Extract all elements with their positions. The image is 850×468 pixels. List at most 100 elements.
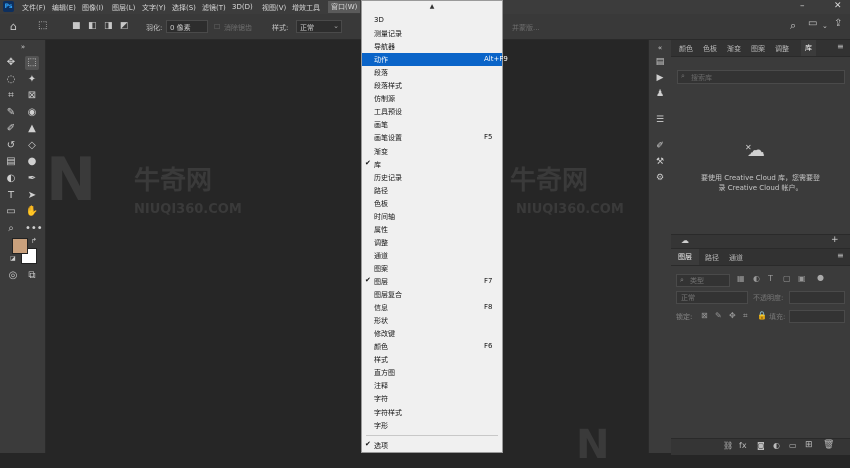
opacity-field[interactable] [789,291,845,304]
gradient-tool-icon[interactable]: ▤ [4,155,18,169]
menu-file[interactable]: 文件(F) [22,3,46,13]
marquee-tool-icon[interactable]: ⬚ [25,56,39,70]
stamp-tool-icon[interactable]: ▲ [25,122,39,136]
tab-gradients[interactable]: 渐变 [727,44,741,54]
menu-item[interactable]: 段落样式 [362,79,502,92]
eraser-icon[interactable]: ◇ [25,139,39,153]
menu-type[interactable]: 文字(Y) [142,3,166,13]
menu-plugins[interactable]: 增效工具 [292,3,320,13]
menu-item[interactable]: 工具预设 [362,105,502,118]
foreground-color-swatch[interactable] [12,238,28,254]
shape-tool-icon[interactable]: ▭ [4,205,18,219]
menu-item[interactable]: 调整 [362,236,502,249]
feather-field[interactable]: 0 像素 [166,20,208,33]
hand-tool-icon[interactable]: ✋ [25,205,39,219]
marquee-preset-icon[interactable]: ⬚ [38,20,47,31]
tab-channels[interactable]: 通道 [729,253,743,263]
menu-view[interactable]: 视图(V) [262,3,286,13]
clone-source-icon[interactable]: ⚒ [654,156,666,168]
menu-item[interactable]: 历史记录 [362,171,502,184]
frame-tool-icon[interactable]: ⊠ [25,89,39,103]
menu-window[interactable]: 窗口(W) [328,1,361,13]
lock-position-icon[interactable]: ✥ [729,311,736,320]
actions-panel-icon[interactable]: ▶ [654,72,666,84]
dock-collapse-icon[interactable]: « [654,42,666,54]
add-content-icon[interactable]: + [831,235,839,245]
menu-item[interactable]: 注释 [362,379,502,392]
adjustment-layer-icon[interactable]: ◐ [773,441,780,450]
canvas-area[interactable]: N 牛奇网 NIUQI360.COM N 牛奇网 NIUQI360.COM N [46,40,646,465]
scroll-up-arrow-icon[interactable]: ▲ [362,3,502,10]
menu-select[interactable]: 选择(S) [172,3,196,13]
filter-type-icon[interactable]: T [768,274,773,283]
menu-item[interactable]: 信息 F8 [362,301,502,314]
tab-adjustments[interactable]: 调整 [775,44,789,54]
select-mask-button[interactable]: 并蒙版... [512,23,540,33]
menu-item[interactable]: 导航器 [362,40,502,53]
tab-color[interactable]: 颜色 [679,44,693,54]
menu-item-options[interactable]: ✔ 选项 [362,439,502,452]
magic-wand-icon[interactable]: ✦ [25,73,39,87]
subtract-selection-icon[interactable]: ◨ [104,21,113,31]
antialias-checkbox[interactable]: ☐ [214,23,220,31]
screen-mode-icon[interactable]: ⧉ [25,269,39,283]
menu-item[interactable]: 仿制源 [362,92,502,105]
add-mask-icon[interactable]: ◙ [757,441,765,450]
menu-item[interactable]: 属性 [362,223,502,236]
menu-item[interactable]: 3D [362,14,502,27]
menu-item[interactable]: 段落 [362,66,502,79]
lock-pixels-icon[interactable]: ⊠ [701,311,708,320]
move-tool-icon[interactable]: ✥ [4,56,18,70]
tab-paths[interactable]: 路径 [705,253,719,263]
menu-3d[interactable]: 3D(D) [232,3,253,11]
eyedropper-icon[interactable]: ✎ [4,106,18,120]
menu-item[interactable]: 测量记录 [362,27,502,40]
brush-tool-icon[interactable]: ✐ [4,122,18,136]
search-icon[interactable]: ⌕ [790,19,796,33]
tab-swatches[interactable]: 色板 [703,44,717,54]
quick-mask-icon[interactable]: ◎ [6,269,20,283]
lock-all-icon[interactable]: 🔒 [757,311,767,320]
pen-tool-icon[interactable]: ✒ [25,172,39,186]
lasso-tool-icon[interactable]: ◌ [4,73,18,87]
menu-layer[interactable]: 图层(L) [112,3,135,13]
new-layer-icon[interactable]: ⊞ [805,440,813,450]
lock-paint-icon[interactable]: ✎ [715,311,722,320]
menu-edit[interactable]: 编辑(E) [52,3,76,13]
adjust-sliders-icon[interactable]: ⚙ [654,172,666,184]
workspace-icon[interactable]: ▭ [808,18,817,29]
menu-item[interactable]: 字符 [362,392,502,405]
tab-patterns[interactable]: 图案 [751,44,765,54]
menu-item[interactable]: 时间轴 [362,210,502,223]
menu-item[interactable]: 画笔 [362,118,502,131]
filter-toggle-icon[interactable]: ● [817,273,824,282]
library-search-input[interactable]: ⌕ 搜索库 [677,70,845,84]
properties-panel-icon[interactable]: ☰ [654,114,666,126]
menu-item[interactable]: 形状 [362,314,502,327]
history-panel-icon[interactable]: ▤ [654,56,666,68]
path-select-icon[interactable]: ➤ [25,189,39,203]
menu-item[interactable]: 图层复合 [362,288,502,301]
blur-tool-icon[interactable]: ● [25,155,39,169]
fill-field[interactable] [789,310,845,323]
menu-item[interactable]: ✔ 图层 F7 [362,275,502,288]
intersect-selection-icon[interactable]: ◩ [120,21,129,31]
menu-item[interactable]: 图案 [362,262,502,275]
filter-adjust-icon[interactable]: ◐ [753,274,760,283]
menu-item[interactable]: ✔ 库 [362,158,502,171]
filter-smart-icon[interactable]: ▣ [798,274,806,283]
dodge-tool-icon[interactable]: ◐ [4,172,18,186]
blend-mode-select[interactable]: 正常 [676,291,748,304]
swap-colors-icon[interactable]: ↱ [31,237,37,245]
lock-artboard-icon[interactable]: ⌗ [743,311,748,321]
menu-item[interactable]: 动作 Alt+F9 [362,53,508,67]
panel-menu-icon[interactable]: ≡ [837,42,844,51]
menu-item[interactable]: 路径 [362,184,502,197]
workspace-chevron-icon[interactable]: ⌄ [822,22,828,30]
minimize-icon[interactable]: – [800,1,805,11]
new-group-icon[interactable]: ▭ [789,441,797,450]
close-window-icon[interactable]: ✕ [834,1,842,11]
layers-menu-icon[interactable]: ≡ [837,251,844,260]
filter-shape-icon[interactable]: ▢ [783,274,791,283]
menu-item[interactable]: 直方图 [362,366,502,379]
